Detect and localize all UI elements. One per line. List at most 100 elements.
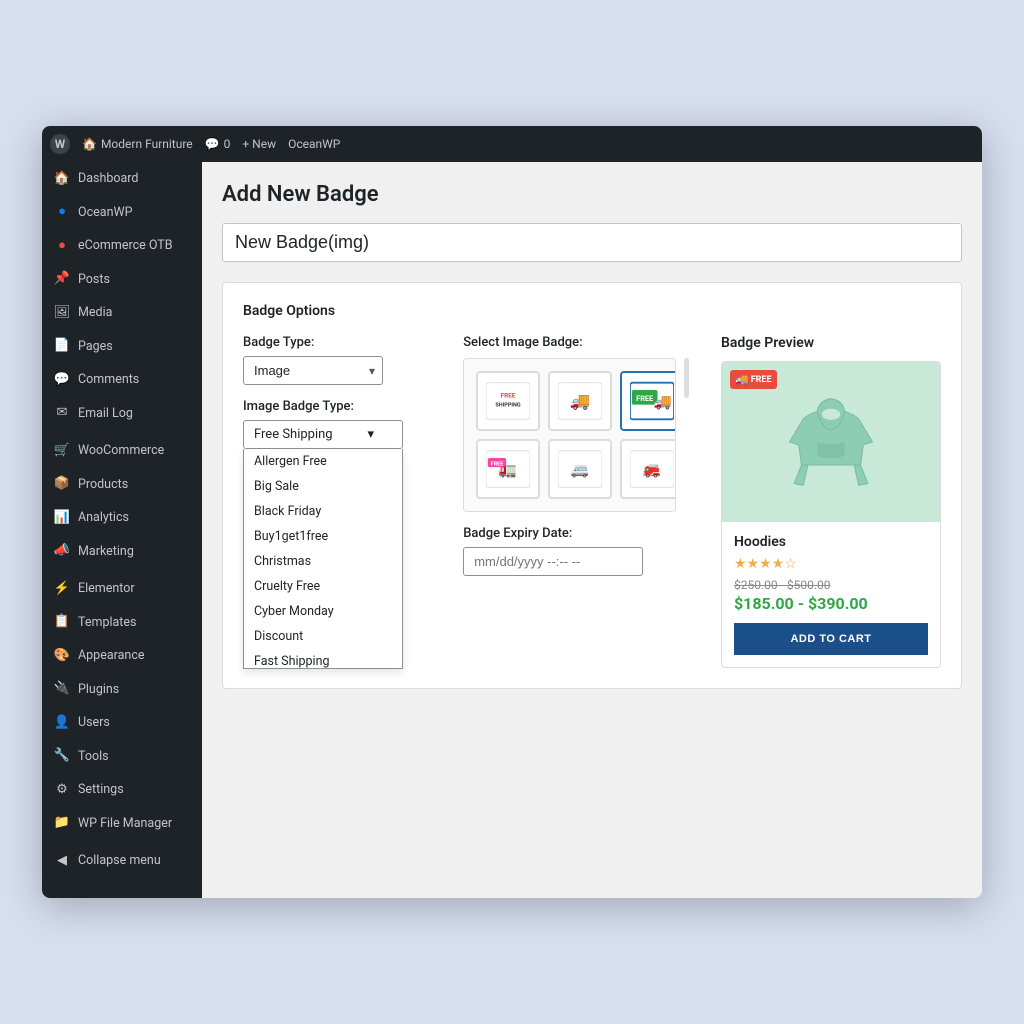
- free-shipping-badge-2-icon: 🚚: [558, 379, 602, 423]
- svg-text:🚒: 🚒: [643, 461, 661, 479]
- comments-link[interactable]: 💬 0: [205, 137, 231, 151]
- sidebar-item-templates[interactable]: 📋 Templates: [42, 606, 202, 640]
- product-original-price: $250.00 - $500.00: [734, 578, 928, 592]
- badge-name-input[interactable]: [222, 223, 962, 262]
- free-shipping-badge-4-icon: 🚛 FREE: [486, 447, 530, 491]
- sidebar-item-posts[interactable]: 📌 Posts: [42, 263, 202, 297]
- dropdown-list: Allergen Free Big Sale Black Friday Buy1…: [243, 449, 403, 669]
- sidebar-label-collapse: Collapse menu: [78, 852, 161, 870]
- badge-type-select[interactable]: Image Text Custom: [243, 356, 383, 385]
- badge-truck-icon: 🚚: [735, 373, 749, 386]
- wp-logo-icon: W: [50, 134, 70, 154]
- settings-icon: ⚙: [54, 782, 70, 798]
- sidebar-item-email-log[interactable]: ✉ Email Log: [42, 397, 202, 431]
- sidebar-item-wp-file-manager[interactable]: 📁 WP File Manager: [42, 807, 202, 841]
- free-shipping-badge-6-icon: 🚒: [630, 447, 674, 491]
- dropdown-item-cruelty-free[interactable]: Cruelty Free: [244, 574, 402, 599]
- free-shipping-badge-5-icon: 🚐: [558, 447, 602, 491]
- comments-icon: 💬: [54, 372, 70, 388]
- new-content-link[interactable]: + New: [242, 137, 276, 151]
- sidebar-item-elementor[interactable]: ⚡ Elementor: [42, 572, 202, 606]
- sidebar-item-settings[interactable]: ⚙ Settings: [42, 773, 202, 807]
- sidebar-label-comments: Comments: [78, 371, 139, 389]
- badge-options-card: Badge Options Badge Type: Image Text Cus…: [222, 282, 962, 689]
- badge-option-2[interactable]: 🚚: [548, 371, 612, 431]
- product-preview-card: 🚚 FREE: [721, 361, 941, 668]
- templates-icon: 📋: [54, 615, 70, 631]
- sidebar-item-plugins[interactable]: 🔌 Plugins: [42, 673, 202, 707]
- badge-option-5[interactable]: 🚐: [548, 439, 612, 499]
- sidebar-item-pages[interactable]: 📄 Pages: [42, 330, 202, 364]
- product-stars: ★★★★☆: [734, 556, 928, 572]
- image-grid-scrollbar[interactable]: [684, 358, 689, 398]
- site-name-link[interactable]: 🏠 Modern Furniture: [82, 137, 193, 151]
- sidebar-label-dashboard: Dashboard: [78, 170, 138, 188]
- badge-option-6[interactable]: 🚒: [620, 439, 675, 499]
- comment-icon: 💬: [205, 137, 220, 151]
- dropdown-item-cyber-monday[interactable]: Cyber Monday: [244, 599, 402, 624]
- sidebar-item-comments[interactable]: 💬 Comments: [42, 363, 202, 397]
- sidebar-label-tools: Tools: [78, 748, 109, 766]
- sidebar-item-products[interactable]: 📦 Products: [42, 468, 202, 502]
- svg-text:FREE: FREE: [491, 462, 504, 468]
- svg-text:FREE: FREE: [636, 394, 653, 403]
- sidebar-item-analytics[interactable]: 📊 Analytics: [42, 501, 202, 535]
- add-to-cart-button[interactable]: ADD TO CART: [734, 623, 928, 655]
- sidebar-item-media[interactable]: 🖼 Media: [42, 296, 202, 330]
- sidebar-label-marketing: Marketing: [78, 543, 134, 561]
- hoodie-illustration: [781, 382, 881, 502]
- home-icon: 🏠: [82, 137, 97, 151]
- dropdown-item-christmas[interactable]: Christmas: [244, 549, 402, 574]
- product-name: Hoodies: [734, 534, 928, 550]
- badge-text: FREE: [751, 375, 772, 385]
- sidebar-item-woocommerce[interactable]: 🛒 WooCommerce: [42, 434, 202, 468]
- svg-text:🚐: 🚐: [571, 461, 589, 479]
- badge-options-title: Badge Options: [243, 303, 941, 319]
- theme-link[interactable]: OceanWP: [288, 137, 340, 151]
- woocommerce-icon: 🛒: [54, 443, 70, 459]
- dropdown-item-black-friday[interactable]: Black Friday: [244, 499, 402, 524]
- dropdown-item-big-sale[interactable]: Big Sale: [244, 474, 402, 499]
- product-badge: 🚚 FREE: [730, 370, 777, 389]
- marketing-icon: 📣: [54, 544, 70, 560]
- wp-logo-button[interactable]: W: [50, 134, 70, 154]
- dropdown-item-allergen-free[interactable]: Allergen Free: [244, 449, 402, 474]
- email-log-icon: ✉: [54, 406, 70, 422]
- theme-label: OceanWP: [288, 137, 340, 151]
- free-shipping-badge-3-icon: FREE 🚚: [630, 379, 674, 423]
- dropdown-current-value: Free Shipping: [254, 427, 333, 442]
- svg-text:FREE: FREE: [501, 392, 516, 400]
- sidebar-label-wp-file-manager: WP File Manager: [78, 815, 172, 833]
- svg-text:🚚: 🚚: [570, 393, 591, 412]
- image-badge-type-label: Image Badge Type:: [243, 399, 431, 414]
- sidebar-item-users[interactable]: 👤 Users: [42, 706, 202, 740]
- badge-option-4[interactable]: 🚛 FREE: [476, 439, 540, 499]
- sidebar-item-oceanwp[interactable]: ● OceanWP: [42, 196, 202, 230]
- badge-expiry-input[interactable]: [463, 547, 643, 576]
- oceanwp-icon: ●: [54, 205, 70, 221]
- dropdown-item-discount[interactable]: Discount: [244, 624, 402, 649]
- badge-option-1[interactable]: FREE SHIPPING: [476, 371, 540, 431]
- dropdown-item-buy1get1free[interactable]: Buy1get1free: [244, 524, 402, 549]
- sidebar: 🏠 Dashboard ● OceanWP ● eCommerce OTB 📌 …: [42, 162, 202, 898]
- sidebar-label-ecommerce: eCommerce OTB: [78, 237, 173, 255]
- badge-type-label: Badge Type:: [243, 335, 431, 350]
- sidebar-item-marketing[interactable]: 📣 Marketing: [42, 535, 202, 569]
- sidebar-item-ecommerce[interactable]: ● eCommerce OTB: [42, 229, 202, 263]
- sidebar-item-appearance[interactable]: 🎨 Appearance: [42, 639, 202, 673]
- image-badge-selector-area: Select Image Badge: FREE SHIPPING: [463, 335, 689, 576]
- image-badge-type-dropdown[interactable]: Free Shipping ▾ Allergen Free Big Sale B…: [243, 420, 403, 449]
- content-area: Add New Badge Badge Options Badge Type: …: [202, 162, 982, 898]
- dropdown-item-fast-shipping[interactable]: Fast Shipping: [244, 649, 402, 669]
- users-icon: 👤: [54, 715, 70, 731]
- tools-icon: 🔧: [54, 749, 70, 765]
- sidebar-label-settings: Settings: [78, 781, 124, 799]
- sidebar-item-dashboard[interactable]: 🏠 Dashboard: [42, 162, 202, 196]
- badge-type-select-wrapper[interactable]: Image Text Custom: [243, 356, 383, 385]
- sidebar-label-appearance: Appearance: [78, 647, 145, 665]
- main-layout: 🏠 Dashboard ● OceanWP ● eCommerce OTB 📌 …: [42, 162, 982, 898]
- dropdown-selected-value[interactable]: Free Shipping ▾: [243, 420, 403, 449]
- sidebar-item-tools[interactable]: 🔧 Tools: [42, 740, 202, 774]
- sidebar-item-collapse[interactable]: ◀ Collapse menu: [42, 844, 202, 878]
- badge-option-3[interactable]: FREE 🚚: [620, 371, 675, 431]
